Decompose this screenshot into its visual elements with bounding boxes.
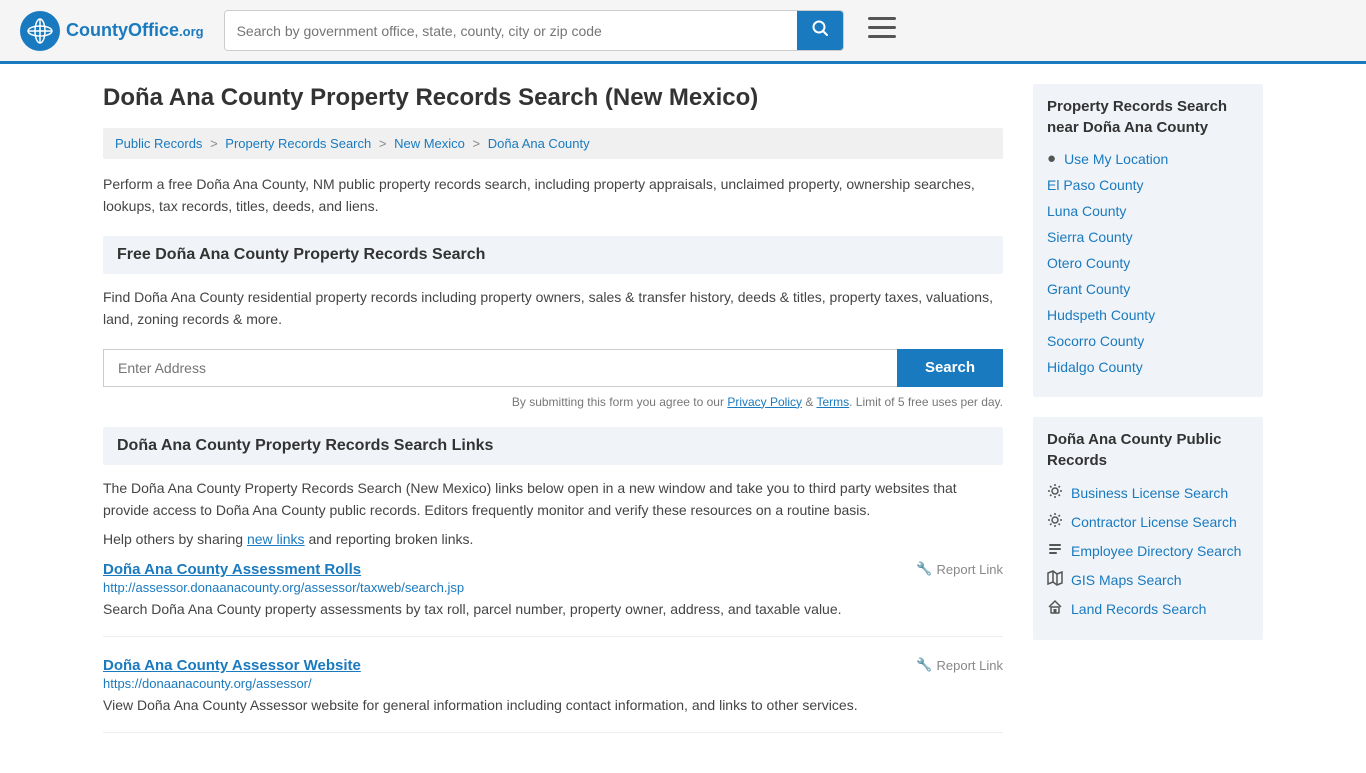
nearby-grant[interactable]: Grant County — [1047, 281, 1249, 297]
land-records-link[interactable]: Land Records Search — [1071, 601, 1206, 617]
report-link-button-1[interactable]: 🔧 Report Link — [916, 657, 1003, 673]
logo-icon — [20, 11, 60, 51]
luna-link[interactable]: Luna County — [1047, 203, 1126, 219]
link-item-url-1[interactable]: https://donaanacounty.org/assessor/ — [103, 676, 1003, 691]
global-search-input[interactable] — [225, 11, 797, 50]
privacy-policy-link[interactable]: Privacy Policy — [727, 395, 802, 409]
report-link-button-0[interactable]: 🔧 Report Link — [916, 561, 1003, 577]
site-logo[interactable]: CountyOffice.org — [20, 11, 204, 51]
nearby-records-title: Property Records Search near Doña Ana Co… — [1047, 96, 1249, 138]
links-section-description: The Doña Ana County Property Records Sea… — [103, 477, 1003, 522]
pr-contractor-license: Contractor License Search — [1047, 512, 1249, 531]
global-search-bar — [224, 10, 844, 51]
nearby-socorro[interactable]: Socorro County — [1047, 333, 1249, 349]
grant-link[interactable]: Grant County — [1047, 281, 1130, 297]
free-search-body: Find Doña Ana County residential propert… — [103, 286, 1003, 409]
pr-business-license: Business License Search — [1047, 483, 1249, 502]
nearby-links-list: ● Use My Location El Paso County Luna Co… — [1047, 150, 1249, 375]
business-license-link[interactable]: Business License Search — [1071, 485, 1228, 501]
free-search-title: Free Doña Ana County Property Records Se… — [117, 246, 989, 264]
page-title: Doña Ana County Property Records Search … — [103, 84, 1003, 112]
free-search-section-header: Free Doña Ana County Property Records Se… — [103, 236, 1003, 274]
address-search-button[interactable]: Search — [897, 349, 1003, 387]
links-section-header: Doña Ana County Property Records Search … — [103, 427, 1003, 465]
pr-land-records: Land Records Search — [1047, 599, 1249, 618]
house-icon-land — [1047, 599, 1063, 618]
socorro-link[interactable]: Socorro County — [1047, 333, 1144, 349]
logo-text: CountyOffice.org — [66, 20, 204, 41]
employee-directory-link[interactable]: Employee Directory Search — [1071, 543, 1241, 559]
main-content: Doña Ana County Property Records Search … — [103, 84, 1003, 753]
public-records-title: Doña Ana County Public Records — [1047, 429, 1249, 471]
address-search-form: Search — [103, 349, 1003, 387]
nearby-otero[interactable]: Otero County — [1047, 255, 1249, 271]
use-location-link[interactable]: Use My Location — [1064, 151, 1168, 167]
nearby-luna[interactable]: Luna County — [1047, 203, 1249, 219]
new-links-link[interactable]: new links — [247, 531, 305, 547]
nearby-use-location[interactable]: ● Use My Location — [1047, 150, 1249, 167]
report-icon-0: 🔧 — [916, 561, 932, 577]
form-note: By submitting this form you agree to our… — [103, 395, 1003, 409]
pr-employee-directory: Employee Directory Search — [1047, 541, 1249, 560]
hidalgo-link[interactable]: Hidalgo County — [1047, 359, 1143, 375]
gear-icon-business — [1047, 483, 1063, 502]
page-description: Perform a free Doña Ana County, NM publi… — [103, 173, 1003, 218]
hudspeth-link[interactable]: Hudspeth County — [1047, 307, 1155, 323]
otero-link[interactable]: Otero County — [1047, 255, 1130, 271]
breadcrumb-dona-ana-county[interactable]: Doña Ana County — [488, 136, 590, 151]
link-item-title-0[interactable]: Doña Ana County Assessment Rolls — [103, 561, 361, 578]
breadcrumb-new-mexico[interactable]: New Mexico — [394, 136, 465, 151]
contractor-license-link[interactable]: Contractor License Search — [1071, 514, 1237, 530]
nearby-records-box: Property Records Search near Doña Ana Co… — [1033, 84, 1263, 397]
new-links-note: Help others by sharing new links and rep… — [103, 531, 1003, 547]
sierra-link[interactable]: Sierra County — [1047, 229, 1133, 245]
link-item-0: Doña Ana County Assessment Rolls 🔧 Repor… — [103, 561, 1003, 637]
gear-icon-contractor — [1047, 512, 1063, 531]
nearby-sierra[interactable]: Sierra County — [1047, 229, 1249, 245]
address-input[interactable] — [103, 349, 897, 387]
el-paso-link[interactable]: El Paso County — [1047, 177, 1144, 193]
nearby-hidalgo[interactable]: Hidalgo County — [1047, 359, 1249, 375]
breadcrumb-property-records-search[interactable]: Property Records Search — [225, 136, 371, 151]
free-search-description: Find Doña Ana County residential propert… — [103, 286, 1003, 331]
gis-maps-link[interactable]: GIS Maps Search — [1071, 572, 1182, 588]
nearby-el-paso[interactable]: El Paso County — [1047, 177, 1249, 193]
list-icon-employee — [1047, 541, 1063, 560]
hamburger-menu-button[interactable] — [864, 13, 900, 49]
link-item-url-0[interactable]: http://assessor.donaanacounty.org/assess… — [103, 580, 1003, 595]
pr-gis-maps: GIS Maps Search — [1047, 570, 1249, 589]
breadcrumb-public-records[interactable]: Public Records — [115, 136, 202, 151]
report-icon-1: 🔧 — [916, 657, 932, 673]
nearby-hudspeth[interactable]: Hudspeth County — [1047, 307, 1249, 323]
terms-link[interactable]: Terms — [816, 395, 849, 409]
location-pin-icon: ● — [1047, 150, 1056, 167]
link-item-desc-1: View Doña Ana County Assessor website fo… — [103, 695, 1003, 716]
global-search-button[interactable] — [797, 11, 843, 50]
map-icon-gis — [1047, 570, 1063, 589]
breadcrumb: Public Records > Property Records Search… — [103, 128, 1003, 159]
sidebar: Property Records Search near Doña Ana Co… — [1033, 84, 1263, 753]
link-item-title-1[interactable]: Doña Ana County Assessor Website — [103, 657, 361, 674]
link-item-desc-0: Search Doña Ana County property assessme… — [103, 599, 1003, 620]
link-item-1: Doña Ana County Assessor Website 🔧 Repor… — [103, 657, 1003, 733]
links-section-title: Doña Ana County Property Records Search … — [117, 437, 989, 455]
public-records-box: Doña Ana County Public Records Business … — [1033, 417, 1263, 640]
